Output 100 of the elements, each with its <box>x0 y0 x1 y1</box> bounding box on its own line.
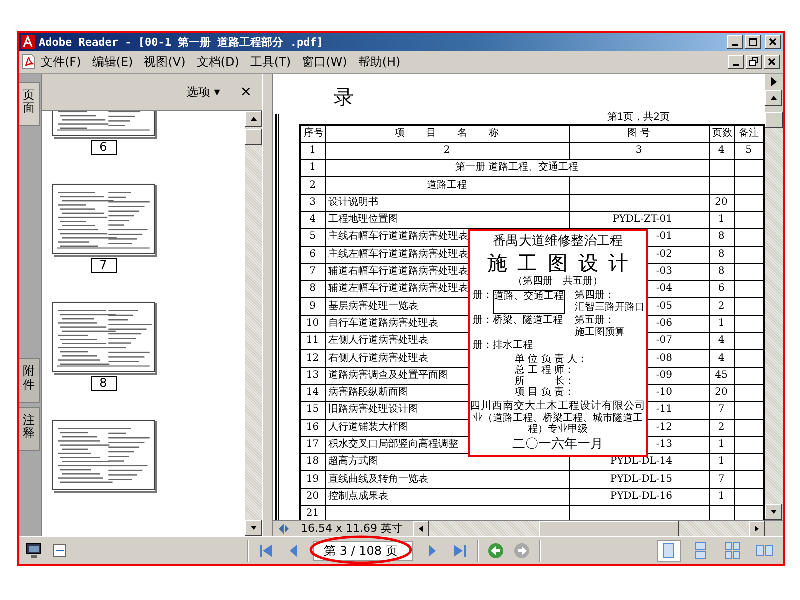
column-header: 备注 <box>734 125 764 142</box>
grid-pages-icon <box>724 542 742 560</box>
table-cell: 1 <box>709 315 734 333</box>
down-arrow-icon <box>770 508 778 516</box>
column-header: 页数 <box>709 125 734 142</box>
menu-item[interactable]: 工具(T) <box>250 54 292 70</box>
table-cell: 设计说明书 <box>325 194 569 212</box>
table-cell: 6 <box>300 246 325 264</box>
page-thumbnail[interactable] <box>52 301 155 373</box>
page-thumbnail[interactable] <box>52 183 155 255</box>
back-icon[interactable] <box>487 542 505 560</box>
close-icon <box>768 37 778 47</box>
page-number-label: 8 <box>90 376 116 391</box>
table-cell: 2 <box>300 176 325 194</box>
scroll-up-button[interactable] <box>245 111 262 127</box>
up-arrow-icon <box>770 94 778 102</box>
table-cell: 20 <box>300 488 325 506</box>
scroll-down-button[interactable] <box>765 504 782 520</box>
minimize-button[interactable] <box>727 35 743 49</box>
page-number-label: 6 <box>90 140 116 155</box>
vertical-scrollbar[interactable] <box>245 111 262 536</box>
table-cell: 2 <box>709 298 734 316</box>
table-cell: PYDL-DL-15 <box>569 470 709 488</box>
sidebar-tab[interactable]: 页面 <box>19 82 40 126</box>
page-number-field[interactable]: 第 3 / 108 页 <box>313 541 413 561</box>
table-cell: 1 <box>709 454 734 471</box>
table-cell: 7 <box>709 402 734 420</box>
document-close-button[interactable] <box>764 55 780 69</box>
page-number-label: 7 <box>90 258 116 273</box>
table-cell: 第一册 道路工程、交通工程 <box>325 160 709 177</box>
table-cell: 4 <box>300 211 325 229</box>
table-cell: 10 <box>300 315 325 333</box>
table-cell: 3 <box>300 194 325 212</box>
options-menu[interactable]: 选项 ▾ <box>186 84 220 100</box>
window-icon[interactable] <box>51 542 69 560</box>
scrollbar-thumb[interactable] <box>245 129 262 145</box>
app-logo-icon <box>21 35 35 49</box>
volume-name: 桥梁、隧道工程 <box>493 315 563 328</box>
monitor-icon[interactable] <box>25 542 43 560</box>
scrollbar-thumb[interactable] <box>765 112 783 128</box>
table-cell: 16 <box>300 419 325 436</box>
table-cell: 直线曲线及转角一览表 <box>325 470 569 488</box>
table-cell: 9 <box>300 298 325 316</box>
volume-prefix: 册： <box>473 340 493 352</box>
menu-item[interactable]: 编辑(E) <box>92 54 134 70</box>
table-cell: 控制点成果表 <box>325 488 569 506</box>
menu-item[interactable]: 文件(F) <box>41 54 82 70</box>
close-icon <box>767 57 777 67</box>
table-cell: 4 <box>709 350 734 368</box>
table-cell: 1 <box>709 211 734 229</box>
table-cell: 8 <box>300 280 325 298</box>
scroll-up-button[interactable] <box>765 90 782 106</box>
column-header: 项 目 名 称 <box>325 125 569 142</box>
table-cell: 4 <box>709 332 734 350</box>
scroll-down-button[interactable] <box>245 520 262 536</box>
table-cell: 14 <box>300 384 325 402</box>
vertical-scrollbar[interactable] <box>765 74 783 520</box>
page-size-label: 16.54 x 11.69 英寸 <box>301 521 403 536</box>
panel-splitter[interactable] <box>262 74 273 536</box>
horizontal-scrollbar[interactable] <box>412 520 765 536</box>
table-cell: 道路工程 <box>325 176 569 194</box>
document-restore-button[interactable] <box>746 55 762 69</box>
maximize-icon <box>748 37 758 47</box>
menu-item[interactable]: 窗口(W) <box>302 54 348 70</box>
menu-item[interactable]: 帮助(H) <box>358 54 401 70</box>
document-minimize-button[interactable] <box>728 55 744 69</box>
table-cell: 17 <box>300 436 325 454</box>
right-arrow-icon[interactable] <box>770 77 778 87</box>
column-header: 图 号 <box>569 125 709 142</box>
table-cell: 45 <box>709 367 734 384</box>
table-cell: 6 <box>709 280 734 298</box>
minimize-icon <box>732 44 738 46</box>
document-heading: 录 <box>333 84 355 111</box>
menu-item[interactable]: 视图(V) <box>144 54 186 70</box>
scroll-left-button[interactable] <box>412 520 429 536</box>
restore-icon <box>749 57 759 67</box>
maximize-button[interactable] <box>745 35 761 49</box>
volume-prefix: 第五册： <box>575 315 615 326</box>
table-cell: 12 <box>300 350 325 368</box>
table-cell: 5 <box>300 228 325 246</box>
view-mode-button[interactable] <box>657 540 681 562</box>
scroll-right-button[interactable] <box>749 520 765 536</box>
close-panel-button[interactable]: × <box>240 84 252 100</box>
sidebar-tab[interactable]: 注释 <box>19 406 40 452</box>
table-cell: 1 <box>709 436 734 454</box>
up-arrow-icon <box>250 115 258 123</box>
scrollbar-thumb[interactable] <box>539 520 679 536</box>
volume-name: 道路、交通工程 <box>493 290 565 314</box>
table-cell: 13 <box>300 367 325 384</box>
sidebar-tab[interactable]: 附件 <box>19 358 40 403</box>
page-thumbnail[interactable] <box>52 419 155 491</box>
table-cell: 20 <box>709 194 734 212</box>
right-arrow-icon <box>753 524 761 532</box>
close-button[interactable] <box>765 35 781 49</box>
table-cell <box>709 160 734 177</box>
split-arrows-icon[interactable] <box>277 522 291 534</box>
table-cell: 1 <box>709 488 734 506</box>
table-cell: 8 <box>709 263 734 281</box>
down-arrow-icon <box>250 524 258 532</box>
menu-item[interactable]: 文档(D) <box>196 54 240 70</box>
